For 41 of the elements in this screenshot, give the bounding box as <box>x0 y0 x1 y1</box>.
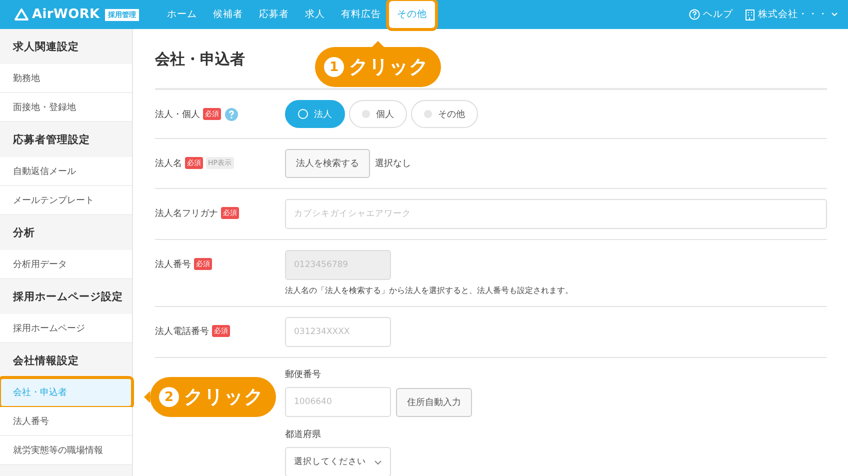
sidebar-item[interactable]: 自動返信メール <box>0 157 132 186</box>
search-company-button[interactable]: 法人を検索する <box>285 149 370 178</box>
prefecture-select[interactable]: 選択してください <box>285 447 391 476</box>
sidebar-item[interactable]: 就労実態等の職場情報 <box>0 436 132 465</box>
triangle-logo-icon <box>14 8 29 21</box>
sidebar-section-title: 分析 <box>12 226 36 240</box>
sidebar-item[interactable]: 採用ホームページ <box>0 314 132 343</box>
callout-text: クリック <box>349 55 429 80</box>
radio-option[interactable]: 個人 <box>349 100 407 128</box>
help-icon[interactable] <box>225 108 238 121</box>
building-icon <box>745 8 755 20</box>
field-label: 法人名フリガナ <box>155 208 218 220</box>
address-autofill-button[interactable]: 住所自動入力 <box>396 388 472 416</box>
sidebar-section-title: 採用ホームページ設定 <box>12 290 124 304</box>
callout-text: クリック <box>184 385 264 410</box>
postal-code-field[interactable]: 1006640 <box>285 387 391 417</box>
sidebar-section-title: 応募者管理設定 <box>12 132 91 148</box>
step-number: 2 <box>159 387 179 407</box>
help-text: 法人名の「法人を検索する」から法人を選択すると、法人番号も設定されます。 <box>285 285 574 296</box>
field-label: 法人番号 <box>155 258 191 271</box>
step-number: 1 <box>324 57 344 77</box>
input-field[interactable]: カブシキガイシャエアワーク <box>285 199 827 229</box>
sidebar-item[interactable]: 分析用データ <box>0 250 132 279</box>
chevron-down-icon <box>831 12 838 17</box>
field-label: 法人・個人 <box>155 108 200 121</box>
field-label: 都道府県 <box>285 428 322 441</box>
chevron-down-icon <box>374 460 382 464</box>
sidebar-item[interactable]: 面接地・登録地 <box>0 93 132 122</box>
sidebar-item[interactable]: 法人番号 <box>0 407 132 436</box>
sidebar-section-title: 会社情報設定 <box>12 354 80 368</box>
sidebar-item[interactable]: メールテンプレート <box>0 186 132 215</box>
field-label: 法人名 <box>155 158 182 170</box>
field-label: 郵便番号 <box>285 368 322 381</box>
logo-text: AirWORK <box>32 7 100 22</box>
sidebar-section-title: 求人関連設定 <box>12 40 80 54</box>
sidebar-item[interactable]: 勤務地 <box>0 64 132 93</box>
selection-status: 選択なし <box>375 158 411 170</box>
input-field[interactable]: 031234XXXX <box>285 317 391 347</box>
field-label: 法人電話番号 <box>155 326 209 338</box>
help-icon <box>689 9 700 20</box>
radio-option[interactable]: その他 <box>411 100 478 128</box>
